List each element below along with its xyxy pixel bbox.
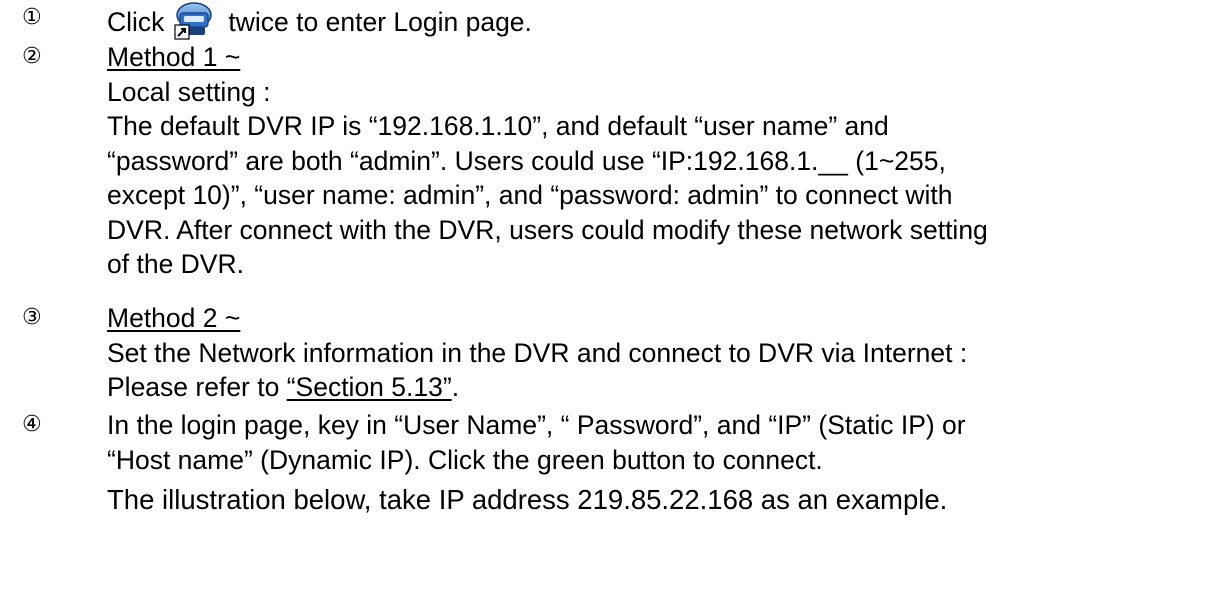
method-2-heading: Method 2 ~ [107,303,241,333]
refer-prefix: Please refer to [107,372,287,402]
paragraph-line: of the DVR. [107,249,244,279]
step-marker: ① [22,5,42,30]
method-1-heading: Method 1 ~ [107,42,241,72]
example-line: The illustration below, take IP address … [107,484,948,515]
step-marker: ② [22,44,42,69]
step-marker: ③ [22,305,42,330]
login-instruction-line: “Host name” (Dynamic IP). Click the gree… [107,444,823,475]
dvr-viewer-shortcut-icon [174,1,214,41]
click-label: Click [107,7,165,37]
local-setting-subheading: Local setting : [107,76,271,107]
refer-suffix: . [451,372,460,402]
step-2-text: Method 1 ~ Local setting : The default D… [107,40,1192,282]
paragraph-line: except 10)”, “user name: admin”, and “pa… [107,180,953,210]
login-instruction-line: In the login page, key in “User Name”, “… [107,410,966,440]
step-marker: ④ [22,412,42,437]
paragraph-line: “password” are both “admin”. Users could… [107,145,946,176]
section-reference-line: Please refer to “Section 5.13”. [107,370,1192,405]
step-3-text: Method 2 ~ Set the Network information i… [107,301,1192,405]
click-instruction-text: twice to enter Login page. [228,7,532,37]
paragraph-line: The default DVR IP is “192.168.1.10”, an… [107,111,889,141]
step-4-text: In the login page, key in “User Name”, “… [107,408,1192,518]
step-1-text: Click twice to enter Login page. [107,1,1192,41]
paragraph-line: DVR. After connect with the DVR, users c… [107,214,988,245]
section-link[interactable]: “Section 5.13” [287,372,452,402]
network-info-line: Set the Network information in the DVR a… [107,337,968,368]
